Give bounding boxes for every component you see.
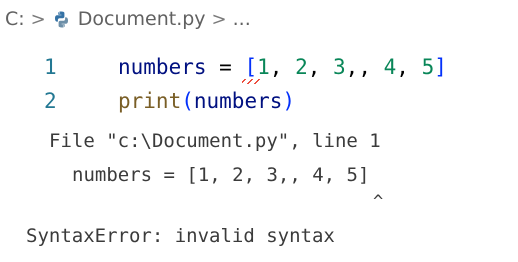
traceback-code-line: numbers = [1, 2, 3,, 4, 5]	[72, 164, 370, 186]
token-bracket-close: ]	[434, 55, 447, 79]
token-number: 2	[295, 55, 308, 79]
token-variable: numbers	[118, 55, 207, 79]
python-file-icon	[52, 10, 71, 29]
token-number: 4	[383, 55, 397, 79]
breadcrumb-file[interactable]: Document.py	[78, 8, 206, 30]
traceback-caret: ^	[373, 192, 384, 212]
breadcrumb-more[interactable]: ...	[233, 8, 251, 30]
breadcrumb-separator: >	[30, 8, 46, 30]
line-number: 2	[44, 89, 57, 113]
syntax-error-message: SyntaxError: invalid syntax	[26, 225, 335, 247]
line-code[interactable]: print(numbers)	[118, 89, 295, 113]
line-code[interactable]: numbers = [1, 2, 3,, 4, 5]	[118, 55, 447, 79]
token-function: print	[118, 89, 182, 113]
token-punct: ,	[307, 55, 334, 79]
breadcrumb-separator: >	[211, 8, 227, 30]
token-paren-open: (	[181, 89, 194, 113]
token-punct: ,,	[345, 55, 384, 79]
token-number: 5	[421, 55, 435, 79]
token-number: 3	[333, 55, 346, 79]
traceback-file-line: File "c:\Document.py", line 1	[49, 130, 381, 152]
token-paren-close: )	[282, 89, 296, 113]
token-bracket-open: [	[244, 55, 258, 79]
token-number: 1	[257, 55, 270, 79]
terminal-output: File "c:\Document.py", line 1 numbers = …	[0, 0, 383, 247]
token-operator: =	[206, 55, 245, 79]
token-punct: ,	[396, 55, 422, 79]
token-variable: numbers	[193, 89, 283, 113]
token-punct: ,	[269, 55, 296, 79]
line-number: 1	[44, 55, 57, 79]
breadcrumb: C: > Document.py > ...	[5, 4, 251, 34]
